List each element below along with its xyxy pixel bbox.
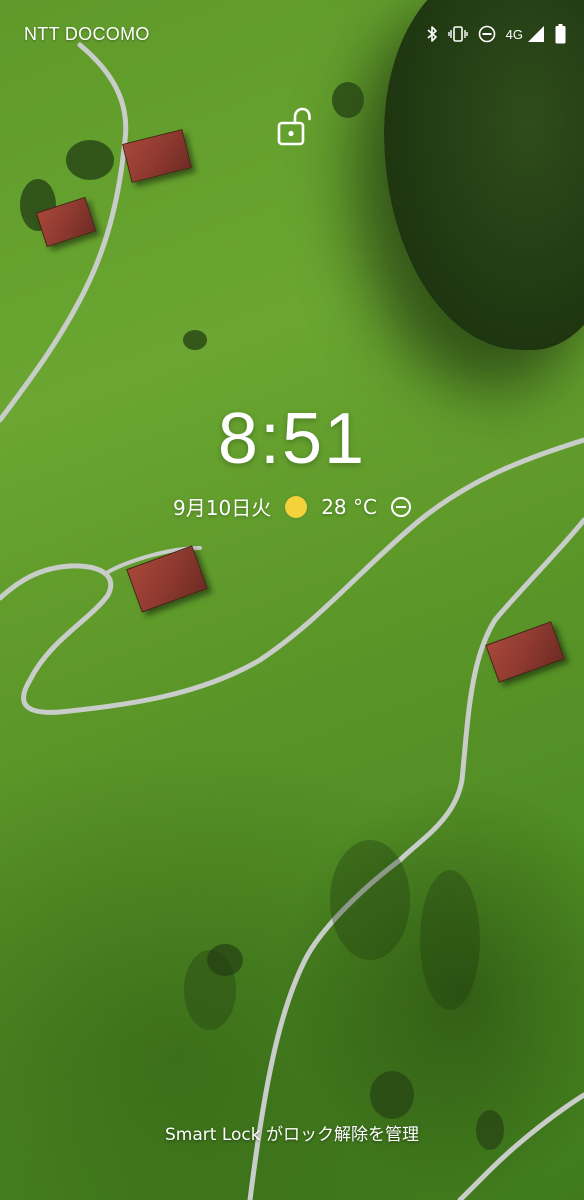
signal-icon [527,25,545,43]
status-bar[interactable]: NTT DOCOMO 4G [0,0,584,70]
lock-screen[interactable]: NTT DOCOMO 4G 8:51 9月10日火 28 °C Smart Lo… [0,0,584,1200]
network-type: 4G [505,26,523,42]
wallpaper-roads [0,42,584,1200]
smart-lock-message: Smart Lock がロック解除を管理 [165,1125,419,1145]
battery-icon [555,24,566,44]
date-text[interactable]: 9月10日火 [173,492,271,521]
date-weather-line: 9月10日火 28 °C [0,492,584,521]
temperature-text[interactable]: 28 °C [321,495,377,519]
status-icons: 4G [426,22,566,46]
unlocked-padlock-icon[interactable] [274,104,314,150]
wallpaper [0,0,584,1200]
bluetooth-icon [426,25,438,43]
sun-icon [285,495,308,518]
carrier-name: NTT DOCOMO [24,24,150,44]
do-not-disturb-icon [390,496,411,517]
vibrate-icon [447,25,468,43]
do-not-disturb-icon [478,25,496,43]
lockscreen-clock[interactable]: 8:51 [0,398,584,480]
